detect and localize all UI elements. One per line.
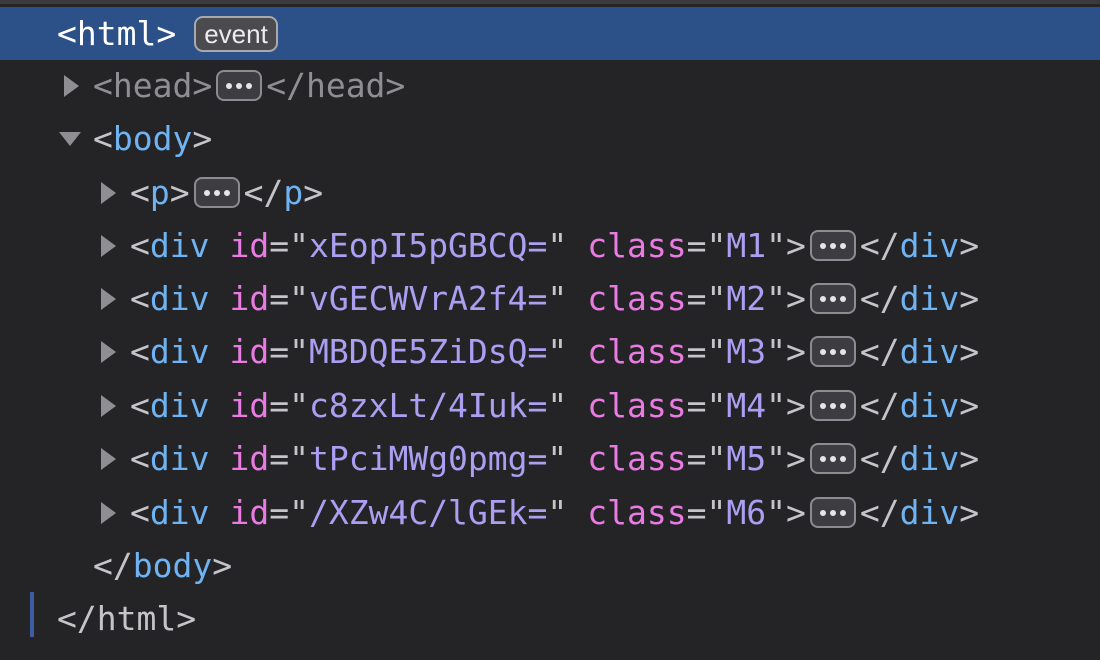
- tree-row-head[interactable]: <head> </head>: [0, 59, 1100, 112]
- collapsed-content-ellipsis-icon[interactable]: [809, 390, 856, 421]
- tree-row-div[interactable]: < div id =" c8zxLt/4Iuk= " class =" M4 "> </div >: [0, 379, 1100, 432]
- class-attribute-name[interactable]: class: [587, 219, 686, 272]
- tree-row-div[interactable]: < div id =" vGECWVrA2f4= " class =" M2 "> </div >: [0, 272, 1100, 325]
- disclosure-triangle-collapsed-icon[interactable]: [95, 272, 121, 325]
- id-attribute-value[interactable]: MBDQE5ZiDsQ=: [309, 325, 547, 378]
- class-attribute-value[interactable]: M5: [726, 432, 766, 485]
- div-open-tag-name: div: [149, 386, 210, 425]
- tree-row-html-close[interactable]: </html>: [0, 592, 1100, 645]
- id-attribute-value[interactable]: xEopI5pGBCQ=: [309, 219, 547, 272]
- class-attribute-name[interactable]: class: [587, 486, 686, 539]
- p-open-tag-name: p: [149, 173, 170, 212]
- class-attribute-name[interactable]: class: [587, 432, 686, 485]
- id-attribute-name[interactable]: id: [229, 379, 269, 432]
- div-open-tag-name: div: [149, 493, 210, 532]
- disclosure-triangle-collapsed-icon[interactable]: [95, 432, 121, 485]
- disclosure-triangle-collapsed-icon[interactable]: [58, 59, 84, 112]
- disclosure-triangle-collapsed-icon[interactable]: [95, 166, 121, 219]
- event-badge[interactable]: event: [194, 15, 278, 52]
- div-close-tag-name: div: [899, 332, 960, 371]
- div-open-tag-name: div: [149, 439, 210, 478]
- disclosure-triangle-collapsed-icon[interactable]: [95, 379, 121, 432]
- tree-row-div[interactable]: < div id ="/XZw4C/lGEk= " class =" M6 "> </div >: [0, 486, 1100, 539]
- class-attribute-value[interactable]: M3: [726, 325, 766, 378]
- div-open-tag-name: div: [149, 279, 210, 318]
- tree-row-body-close[interactable]: </body >: [0, 539, 1100, 592]
- id-attribute-name[interactable]: id: [229, 325, 269, 378]
- collapsed-content-ellipsis-icon[interactable]: [193, 177, 240, 208]
- collapsed-content-ellipsis-icon[interactable]: [809, 336, 856, 367]
- p-close-tag-name: p: [283, 173, 304, 212]
- head-close-tag: </head>: [266, 66, 406, 105]
- tree-row-div[interactable]: < div id =" tPciMWg0pmg= " class =" M5 "> </div >: [0, 432, 1100, 485]
- id-attribute-value[interactable]: /XZw4C/lGEk=: [309, 486, 547, 539]
- class-attribute-value[interactable]: M6: [726, 486, 766, 539]
- disclosure-triangle-collapsed-icon[interactable]: [95, 325, 121, 378]
- div-open-tag-name: div: [149, 226, 210, 265]
- id-attribute-value[interactable]: c8zxLt/4Iuk=: [309, 379, 547, 432]
- html-close-tag: </html>: [57, 599, 197, 638]
- class-attribute-value[interactable]: M2: [726, 272, 766, 325]
- tree-row-div[interactable]: < div id =" MBDQE5ZiDsQ= " class =" M3 "> </div >: [0, 325, 1100, 378]
- elements-tree-panel: <html> event <head> </head> < body > < p > <…: [0, 0, 1100, 660]
- disclosure-triangle-expanded-icon[interactable]: [57, 112, 83, 165]
- panel-top-border: [0, 0, 1100, 4]
- div-close-tag-name: div: [899, 439, 960, 478]
- tree-row-div[interactable]: < div id =" xEopI5pGBCQ= " class =" M1 "> </div >: [0, 219, 1100, 272]
- id-attribute-value[interactable]: tPciMWg0pmg=: [309, 432, 547, 485]
- div-close-tag-name: div: [899, 279, 960, 318]
- class-attribute-name[interactable]: class: [587, 379, 686, 432]
- collapsed-content-ellipsis-icon[interactable]: [809, 443, 856, 474]
- class-attribute-value[interactable]: M1: [726, 219, 766, 272]
- id-attribute-name[interactable]: id: [229, 486, 269, 539]
- div-close-tag-name: div: [899, 226, 960, 265]
- tree-row-body-open[interactable]: < body >: [0, 112, 1100, 165]
- disclosure-triangle-collapsed-icon[interactable]: [95, 219, 121, 272]
- tree-row-html-open[interactable]: <html> event: [0, 7, 1100, 60]
- body-open-tag-name: body: [112, 119, 193, 158]
- tree-row-p[interactable]: < p > </p >: [0, 166, 1100, 219]
- id-attribute-name[interactable]: id: [229, 432, 269, 485]
- id-attribute-name[interactable]: id: [229, 272, 269, 325]
- collapsed-content-ellipsis-icon[interactable]: [216, 70, 263, 101]
- div-close-tag-name: div: [899, 386, 960, 425]
- div-open-tag-name: div: [149, 332, 210, 371]
- head-open-tag: <head>: [93, 66, 213, 105]
- html-open-tag: <html>: [57, 14, 177, 53]
- id-attribute-value[interactable]: vGECWVrA2f4=: [309, 272, 547, 325]
- disclosure-triangle-collapsed-icon[interactable]: [95, 486, 121, 539]
- id-attribute-name[interactable]: id: [229, 219, 269, 272]
- body-close-tag-name: body: [132, 546, 213, 585]
- collapsed-content-ellipsis-icon[interactable]: [809, 497, 856, 528]
- class-attribute-value[interactable]: M4: [726, 379, 766, 432]
- collapsed-content-ellipsis-icon[interactable]: [809, 283, 856, 314]
- class-attribute-name[interactable]: class: [587, 325, 686, 378]
- class-attribute-name[interactable]: class: [587, 272, 686, 325]
- div-close-tag-name: div: [899, 493, 960, 532]
- collapsed-content-ellipsis-icon[interactable]: [809, 230, 856, 261]
